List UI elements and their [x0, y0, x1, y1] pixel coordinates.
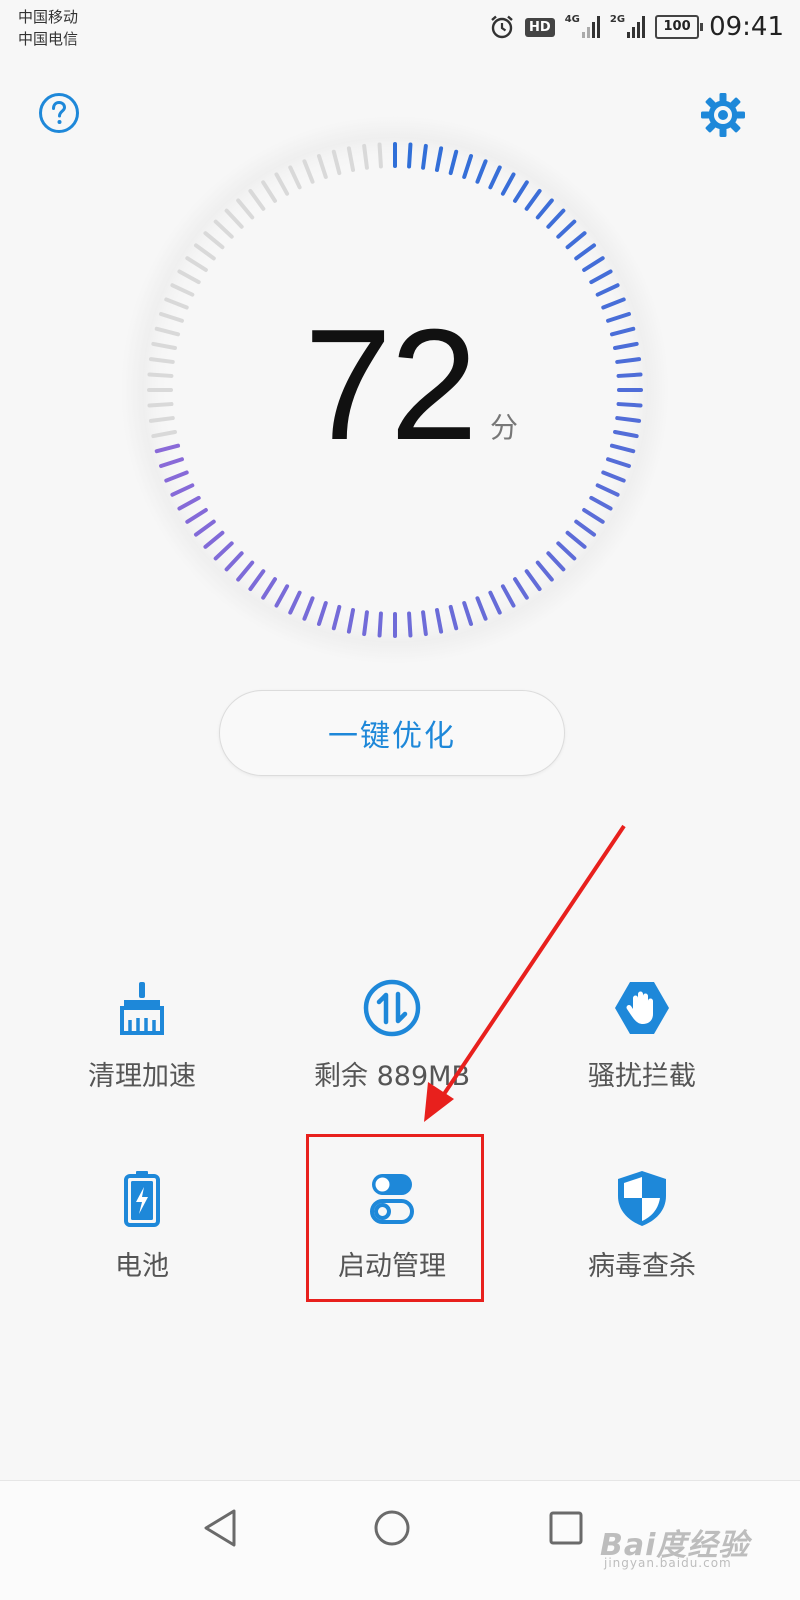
feature-label-clean: 清理加速 — [88, 1061, 196, 1092]
dial-tick-empty — [148, 357, 175, 364]
settings-button[interactable] — [700, 92, 746, 138]
annotation-highlight-box — [306, 1134, 484, 1302]
dial-tick-filled — [616, 402, 643, 408]
phone-manager-screen: 中国移动 中国电信 HD 4G 2G 100 09:41 72 分 一键优化 清… — [0, 0, 800, 1600]
square-recent-icon — [549, 1511, 583, 1545]
dial-tick-filled — [421, 143, 428, 170]
battery-indicator: 100 — [655, 15, 704, 39]
feature-label-virus: 病毒查杀 — [588, 1251, 696, 1282]
hand-stop-icon — [615, 982, 669, 1034]
status-bar: 中国移动 中国电信 HD 4G 2G 100 09:41 — [0, 0, 800, 54]
gear-icon — [701, 93, 745, 137]
dial-tick-empty — [147, 372, 174, 378]
dial-tick-filled — [377, 611, 383, 638]
network-type-2: 2G — [609, 13, 626, 25]
home-button[interactable] — [362, 1503, 422, 1553]
battery-charging-icon — [124, 1171, 160, 1227]
shield-icon — [618, 1171, 666, 1226]
dial-tick-filled — [421, 610, 428, 637]
feature-clean-boost[interactable]: 清理加速 — [22, 978, 262, 1138]
question-circle-icon — [39, 93, 79, 133]
dial-tick-filled — [615, 357, 642, 364]
feature-harassment-block[interactable]: 骚扰拦截 — [522, 978, 762, 1138]
feature-label-battery: 电池 — [115, 1251, 169, 1282]
dial-tick-empty — [377, 142, 383, 169]
watermark-sub: jingyan.baidu.com — [604, 1556, 732, 1570]
one-key-optimize-button[interactable]: 一键优化 — [219, 690, 565, 776]
feature-memory[interactable]: 剩余 889MB — [272, 978, 512, 1138]
carrier-1: 中国移动 — [18, 8, 79, 26]
network-type-1: 4G — [564, 13, 580, 25]
broom-icon — [120, 982, 164, 1035]
status-icons: HD 4G 2G 100 09:41 — [489, 10, 784, 44]
feature-virus-scan[interactable]: 病毒查杀 — [522, 1168, 762, 1328]
back-button[interactable] — [190, 1503, 250, 1553]
feature-label-harassment: 骚扰拦截 — [588, 1061, 696, 1092]
recent-apps-button[interactable] — [536, 1503, 596, 1553]
dial-tick-empty — [147, 402, 174, 408]
signal-strength-icon-2 — [627, 16, 646, 38]
help-button[interactable] — [38, 92, 80, 134]
clock-time: 09:41 — [709, 12, 784, 42]
dial-tick-empty — [362, 143, 369, 170]
dial-tick-filled — [362, 610, 369, 637]
hd-badge: HD — [525, 17, 555, 37]
score-value: 72 — [304, 297, 478, 473]
dial-tick-filled — [615, 416, 642, 423]
circle-home-icon — [374, 1510, 410, 1546]
dial-tick-filled — [616, 372, 643, 378]
signal-strength-icon — [581, 16, 600, 38]
feature-battery[interactable]: 电池 — [22, 1168, 262, 1328]
carrier-info: 中国移动 中国电信 — [18, 6, 78, 50]
dial-tick-empty — [148, 416, 175, 423]
dial-tick-filled — [407, 611, 413, 638]
baidu-jingyan-watermark: Bai度经验 jingyan.baidu.com — [600, 1520, 750, 1580]
score-unit: 分 — [490, 411, 519, 444]
feature-label-memory: 剩余 889MB — [314, 1061, 470, 1092]
alarm-clock-icon — [491, 15, 513, 39]
memory-arrows-icon — [363, 979, 421, 1037]
dial-tick-filled — [407, 142, 413, 169]
carrier-2: 中国电信 — [18, 30, 79, 48]
triangle-back-icon — [204, 1509, 236, 1547]
